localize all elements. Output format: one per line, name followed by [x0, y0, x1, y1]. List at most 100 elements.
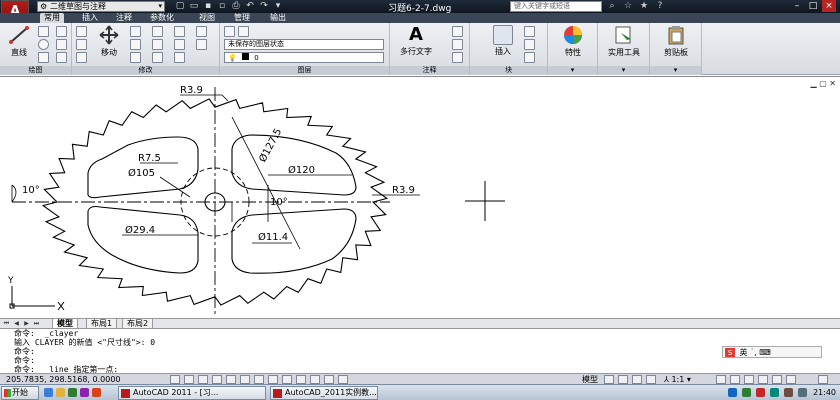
- array-icon[interactable]: [152, 39, 163, 50]
- status-bar-menu-icon[interactable]: [786, 375, 796, 384]
- tab-output[interactable]: 输出: [266, 13, 290, 23]
- join-icon[interactable]: [174, 52, 185, 63]
- layers-panel-title[interactable]: 图层: [220, 66, 389, 75]
- pan-icon[interactable]: [632, 375, 642, 384]
- close-viewport-button[interactable]: ✕: [829, 79, 836, 88]
- annotation-visibility-icon[interactable]: [716, 375, 726, 384]
- selection-cycling-icon[interactable]: [324, 375, 334, 384]
- tray-icon[interactable]: [784, 388, 793, 397]
- next-tab-icon[interactable]: ▶: [22, 319, 31, 328]
- tab-insert[interactable]: 插入: [78, 13, 102, 23]
- search-icon[interactable]: ⌕: [606, 0, 618, 12]
- chamfer-icon[interactable]: [196, 39, 207, 50]
- tray-icon[interactable]: [756, 388, 765, 397]
- block-panel-title[interactable]: 块: [470, 66, 547, 75]
- table-icon[interactable]: [452, 52, 463, 63]
- help-search-input[interactable]: 键入关键字或短语: [510, 1, 602, 12]
- explode-icon[interactable]: [174, 26, 185, 37]
- zoom-icon[interactable]: [646, 375, 656, 384]
- workspace-dropdown[interactable]: ⚙ 二维草图与注释 ▾: [37, 1, 165, 12]
- clean-screen-icon[interactable]: [818, 375, 828, 384]
- object-snap-icon[interactable]: [226, 375, 236, 384]
- leader-icon[interactable]: [452, 39, 463, 50]
- punctuation-icon[interactable]: ˙,: [750, 348, 757, 357]
- redo-icon[interactable]: ↷: [259, 1, 269, 11]
- new-file-icon[interactable]: ▢: [175, 1, 185, 11]
- move-tool-button[interactable]: 移动: [92, 25, 126, 58]
- current-layer-dropdown[interactable]: 💡 0: [224, 52, 384, 63]
- first-tab-icon[interactable]: ⏮: [2, 319, 11, 328]
- properties-panel-expander[interactable]: ▾: [548, 66, 597, 75]
- ortho-mode-icon[interactable]: [198, 375, 208, 384]
- lineweight-icon[interactable]: [282, 375, 292, 384]
- trim-icon[interactable]: [130, 26, 141, 37]
- layer-state-icon[interactable]: [238, 26, 249, 37]
- object-snap-tracking-icon[interactable]: [240, 375, 250, 384]
- erase-icon[interactable]: [152, 52, 163, 63]
- dropdown-icon[interactable]: ▾: [273, 1, 283, 11]
- annotation-panel-title[interactable]: 注释: [390, 66, 469, 75]
- tray-icon[interactable]: [742, 388, 751, 397]
- grid-display-icon[interactable]: [184, 375, 194, 384]
- annotation-monitor-icon[interactable]: [338, 375, 348, 384]
- snap-mode-icon[interactable]: [170, 375, 180, 384]
- volume-icon[interactable]: [798, 388, 807, 397]
- drawing-svg[interactable]: Y R3.9 R3.9 R7.5 Ø105 Ø127.5 Ø120 Ø29.4 …: [0, 77, 840, 319]
- isolate-objects-icon[interactable]: [772, 375, 782, 384]
- transparency-icon[interactable]: [296, 375, 306, 384]
- minimize-button[interactable]: –: [790, 0, 804, 12]
- tab-parametric[interactable]: 参数化: [146, 13, 178, 23]
- prev-tab-icon[interactable]: ◀: [12, 319, 21, 328]
- copy-icon[interactable]: [76, 39, 87, 50]
- edit-attributes-icon[interactable]: [524, 52, 535, 63]
- modify-panel-title[interactable]: 修改: [72, 66, 219, 75]
- mtext-button[interactable]: A 多行文字: [396, 25, 436, 57]
- save-as-icon[interactable]: ▫: [217, 1, 227, 11]
- quick-launch-icon[interactable]: [44, 388, 53, 397]
- lock-icon[interactable]: [744, 375, 754, 384]
- line-tool-button[interactable]: 直线: [4, 25, 34, 58]
- insert-block-button[interactable]: 插入: [488, 25, 518, 57]
- communication-center-icon[interactable]: ☆: [622, 0, 634, 12]
- stretch-icon[interactable]: [76, 52, 87, 63]
- tab-home[interactable]: 常用: [40, 13, 64, 23]
- polar-tracking-icon[interactable]: [212, 375, 222, 384]
- layer-properties-icon[interactable]: [224, 26, 235, 37]
- start-button[interactable]: 开始: [1, 386, 39, 400]
- quick-view-drawings-icon[interactable]: [618, 375, 628, 384]
- rectangle-icon[interactable]: [56, 26, 67, 37]
- ucs-toggle-icon[interactable]: [254, 375, 264, 384]
- offset-icon[interactable]: [174, 39, 185, 50]
- taskbar-item-autocad[interactable]: AutoCAD 2011 - [习...: [118, 386, 266, 400]
- break-icon[interactable]: [196, 26, 207, 37]
- quick-launch-icon[interactable]: [56, 388, 65, 397]
- utilities-panel-expander[interactable]: ▾: [598, 66, 649, 75]
- dynamic-input-icon[interactable]: [268, 375, 278, 384]
- tab-view[interactable]: 视图: [195, 13, 219, 23]
- save-icon[interactable]: ▪: [203, 1, 213, 11]
- quick-launch-icon[interactable]: [68, 388, 77, 397]
- open-file-icon[interactable]: ▭: [189, 1, 199, 11]
- undo-icon[interactable]: ↶: [245, 1, 255, 11]
- keyboard-icon[interactable]: ⌨: [759, 348, 771, 357]
- hatch-icon[interactable]: [56, 39, 67, 50]
- plot-icon[interactable]: ⎙: [231, 1, 241, 11]
- close-button[interactable]: ×: [822, 0, 836, 12]
- drawing-canvas[interactable]: Y R3.9 R3.9 R7.5 Ø105 Ø127.5 Ø120 Ø29.4 …: [0, 76, 840, 318]
- clipboard-button[interactable]: 剪贴板: [656, 25, 696, 58]
- draw-panel-title[interactable]: 绘图: [0, 66, 71, 75]
- workspace-switching-icon[interactable]: [730, 375, 740, 384]
- tray-icon[interactable]: [770, 388, 779, 397]
- scale-icon[interactable]: [130, 52, 141, 63]
- arc-icon[interactable]: [38, 52, 49, 63]
- quick-launch-icon[interactable]: [92, 388, 101, 397]
- tab-manage[interactable]: 管理: [230, 13, 254, 23]
- taskbar-clock[interactable]: 21:40: [813, 386, 836, 400]
- edit-block-icon[interactable]: [524, 39, 535, 50]
- restore-viewport-button[interactable]: ▢: [819, 79, 827, 88]
- minimize-viewport-button[interactable]: ▁: [810, 79, 816, 88]
- ime-toolbar[interactable]: S 英 ˙, ⌨: [722, 346, 822, 358]
- command-window[interactable]: 命令: _clayer 输入 CLAYER 的新值 <"尺寸线">: 0 命令:…: [0, 328, 840, 374]
- create-block-icon[interactable]: [524, 26, 535, 37]
- quick-view-layouts-icon[interactable]: [604, 375, 614, 384]
